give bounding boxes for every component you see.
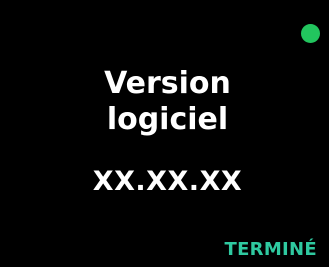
title-line-1: Version [104, 66, 231, 101]
title-line-2: logiciel [106, 102, 229, 137]
device-screen: Version logiciel XX.XX.XX TERMINÉ [0, 0, 335, 267]
page-title: Version logiciel [0, 66, 329, 138]
status-indicator-icon [301, 24, 320, 43]
software-version-value: XX.XX.XX [92, 166, 243, 197]
done-button[interactable]: TERMINÉ [224, 239, 317, 261]
